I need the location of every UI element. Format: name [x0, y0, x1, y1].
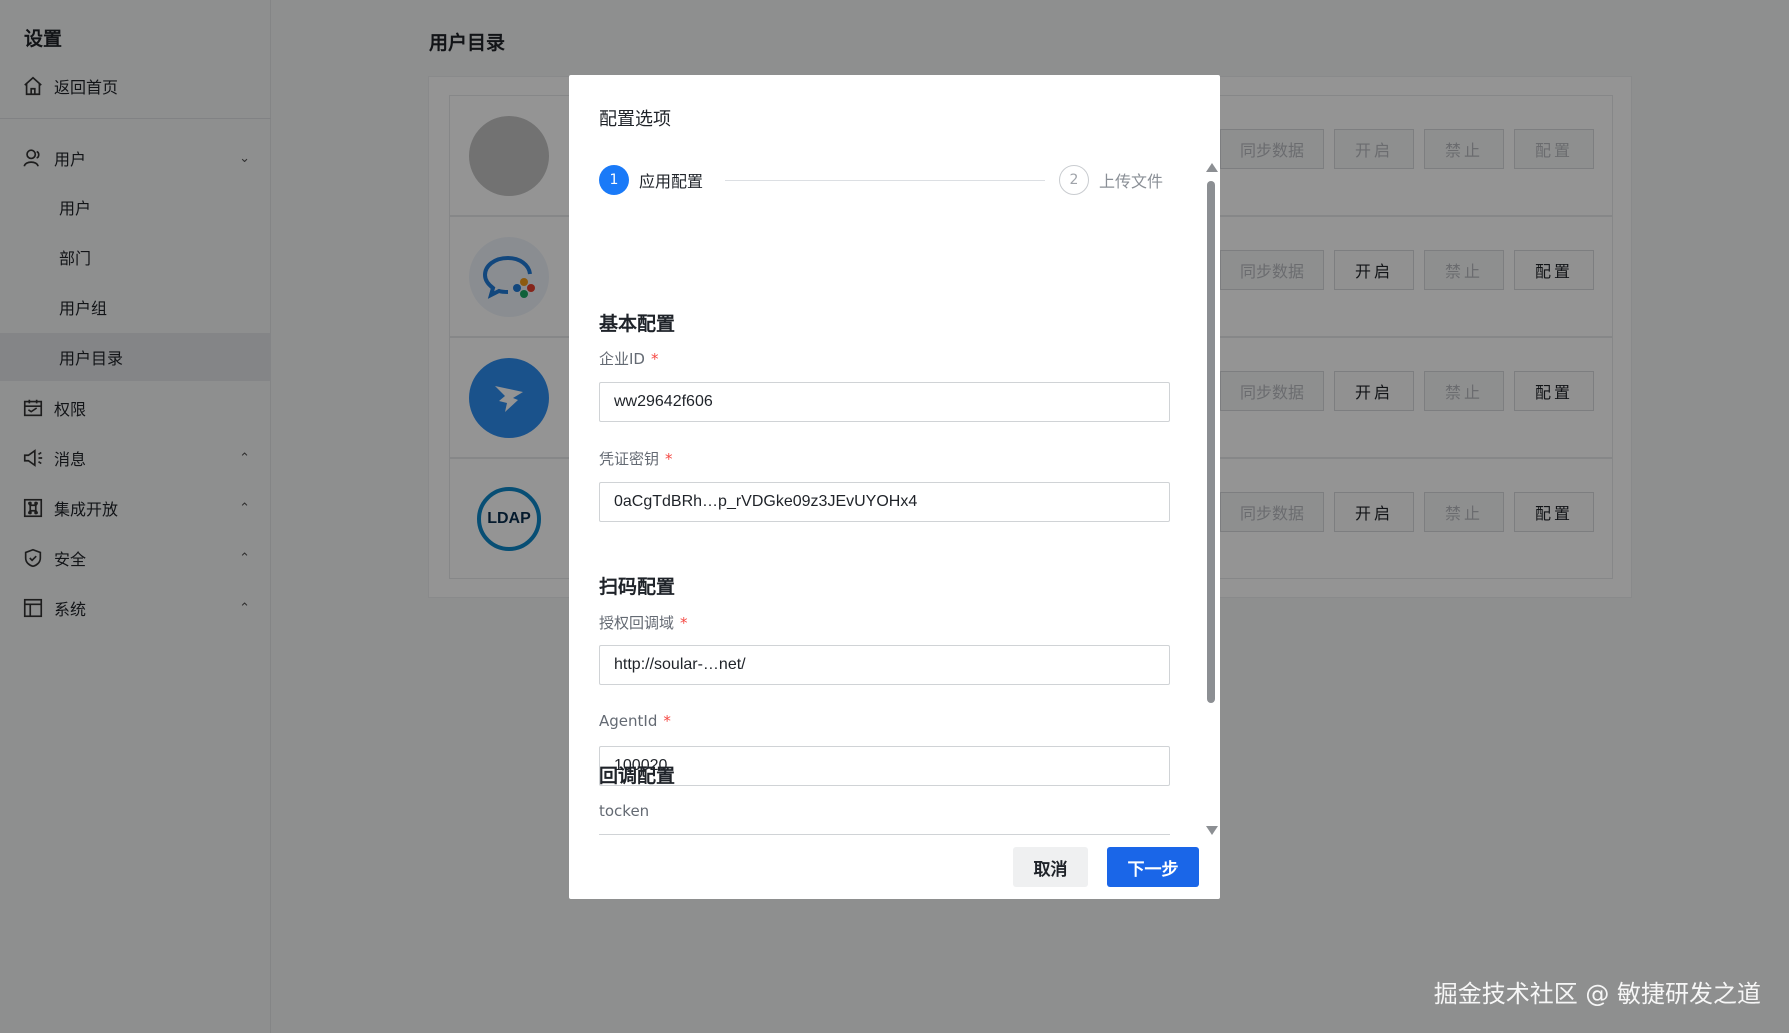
- auth-domain-label-text: 授权回调域: [599, 614, 675, 632]
- agent-id-input[interactable]: 100020: [599, 746, 1170, 786]
- corp-id-input[interactable]: ww29642f606: [599, 382, 1170, 422]
- modal-form: 基本配置 企业ID * ww29642f606 凭证密钥 * 0aCgTdBRh…p…: [569, 215, 1220, 835]
- step-app-config: 1 应用配置: [599, 165, 703, 195]
- config-modal: 配置选项 1 应用配置 2 上传文件 基本配置 企业ID * ww29642f60…: [569, 75, 1220, 899]
- secret-label-text: 凭证密钥: [599, 450, 660, 468]
- scroll-down-arrow-icon[interactable]: [1206, 826, 1218, 835]
- step-connector: [725, 180, 1045, 181]
- step-number: 2: [1059, 165, 1089, 195]
- required-mark: *: [650, 350, 659, 368]
- required-mark: *: [680, 614, 688, 632]
- required-mark: *: [665, 450, 673, 468]
- agent-id-label: AgentId *: [599, 712, 671, 730]
- section-scan-title: 扫码配置: [599, 576, 676, 598]
- section-basic-title: 基本配置: [599, 313, 676, 335]
- cancel-button[interactable]: 取消: [1013, 847, 1088, 887]
- modal-title: 配置选项: [599, 109, 671, 130]
- corp-id-label: 企业ID *: [599, 348, 658, 369]
- required-mark: *: [663, 712, 671, 730]
- corp-id-label-text: 企业ID: [599, 350, 645, 368]
- scroll-up-arrow-icon[interactable]: [1206, 163, 1218, 172]
- secret-label: 凭证密钥 *: [599, 448, 673, 469]
- modal-scrollbar[interactable]: [1205, 163, 1218, 835]
- watermark: 掘金技术社区 @ 敏捷研发之道: [1433, 980, 1761, 1008]
- auth-domain-input[interactable]: http://soular-…net/: [599, 645, 1170, 685]
- scrollbar-thumb[interactable]: [1207, 181, 1215, 703]
- token-label: tocken: [599, 802, 650, 820]
- step-number: 1: [599, 165, 629, 195]
- secret-input[interactable]: 0aCgTdBRh…p_rVDGke09z3JEvUYOHx4: [599, 482, 1170, 522]
- steps: 1 应用配置 2 上传文件: [599, 165, 1169, 197]
- modal-footer: 取消 下一步: [569, 835, 1220, 899]
- step-label: 上传文件: [1099, 172, 1164, 191]
- section-callback-title: 回调配置: [599, 765, 676, 787]
- step-label: 应用配置: [639, 172, 704, 191]
- agent-id-label-text: AgentId: [599, 712, 658, 730]
- next-step-button[interactable]: 下一步: [1107, 847, 1199, 887]
- step-upload-file: 2 上传文件: [1059, 165, 1163, 195]
- auth-domain-label: 授权回调域 *: [599, 612, 688, 633]
